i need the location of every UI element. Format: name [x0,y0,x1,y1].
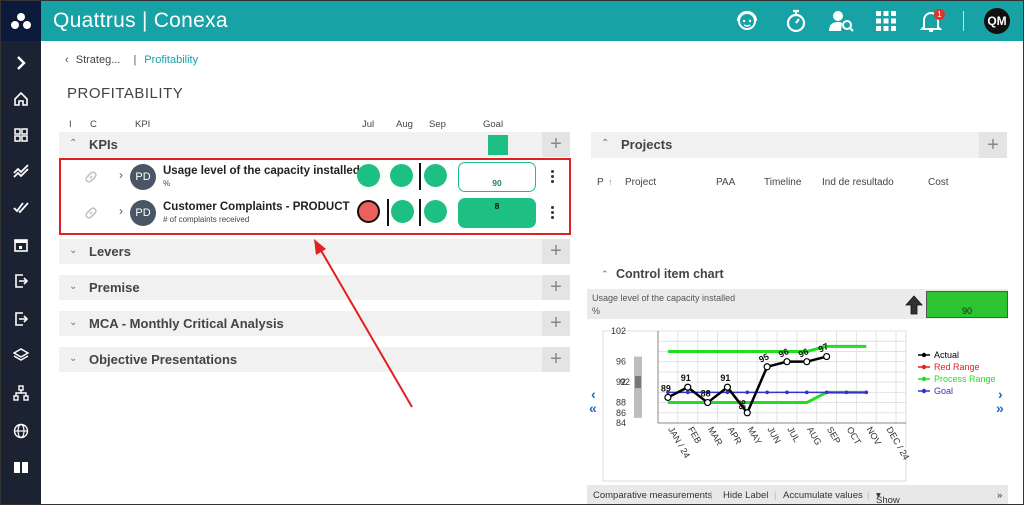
goal-point [725,390,730,395]
control-item-chart: 928486889296102JAN / 24FEB MAR APR MAY JUN JU… [602,326,996,482]
projects-col-result[interactable]: Ind de resultado [822,177,894,188]
legend-label: Process Range [934,374,996,384]
y-tick-label: 84 [616,418,626,428]
data-label: 91 [681,373,691,383]
actual-point [823,352,831,361]
y-tick-label: 86 [616,408,626,418]
actual-point [803,358,811,366]
chart-goal-box: 90 [926,291,1008,318]
legend-label: Red Range [934,362,980,372]
show-dropdown-label: Show [876,495,900,505]
trend-up-icon [905,295,923,320]
projects-col-p[interactable]: P [597,177,604,188]
goal-point [824,390,829,395]
data-label: 88 [701,389,711,399]
actual-point [684,383,692,391]
app-frame: Quattrus | Conexa 1 QM ‹ Strateg... | Profi… [0,0,1024,505]
plot-area [602,330,907,482]
section-projects[interactable]: ⌃ Projects + [591,132,1007,158]
projects-col-timeline[interactable]: Timeline [764,177,801,188]
data-label: 89 [661,383,671,393]
side-range-marker [635,376,641,389]
legend-marker [921,352,927,358]
collapse-chevron-icon[interactable]: ⌃ [601,269,609,280]
goal-point [844,390,849,395]
control-chart-title: Control item chart [616,267,724,281]
add-project-button[interactable]: + [979,132,1007,158]
y-tick-label: 102 [611,326,626,336]
legend-label: Goal [934,386,953,396]
footer-divider: | [710,490,713,501]
legend-label: Actual [934,350,959,360]
goal-point [765,390,769,395]
legend-marker [921,376,927,382]
y-tick-label: 92 [616,377,626,387]
legend-marker [921,388,927,394]
accumulate-values-button[interactable]: Accumulate values [783,490,863,501]
projects-col-paa[interactable]: PAA [716,177,735,188]
goal-point [805,390,809,395]
sort-arrow-icon[interactable]: ↑ [608,177,613,187]
legend-marker [921,364,927,370]
goal-point [864,390,869,395]
projects-col-project[interactable]: Project [625,177,656,188]
hide-label-button[interactable]: Hide Label [723,490,768,501]
goal-point [785,390,789,395]
actual-point [723,383,732,391]
data-label: 86 [737,400,747,410]
actual-point [703,398,712,407]
chart-kpi-unit: % [592,306,601,316]
projects-col-cost[interactable]: Cost [928,177,949,188]
footer-divider: | [774,490,777,501]
actual-point [664,393,672,402]
chart-footer: Comparative measurements | Hide Label | … [587,485,1008,504]
chart-kpi-name: Usage level of the capacity installed [592,293,736,303]
y-tick-label: 88 [616,398,626,408]
actual-point [763,363,771,371]
footer-divider: | [867,490,870,501]
collapse-chevron-icon[interactable]: ⌃ [601,138,609,149]
comparative-measurements-button[interactable]: Comparative measurements [593,490,712,501]
control-chart-header: Usage level of the capacity installed % … [587,289,1008,319]
section-projects-label: Projects [621,137,673,152]
actual-point [783,358,791,366]
footer-expand-icon[interactable]: » [997,490,1002,501]
show-dropdown[interactable]: Show ▾ [876,490,900,504]
y-tick-label: 96 [616,357,626,367]
goal-point [745,390,750,395]
data-label: 91 [720,373,730,383]
goal-point [685,390,690,395]
